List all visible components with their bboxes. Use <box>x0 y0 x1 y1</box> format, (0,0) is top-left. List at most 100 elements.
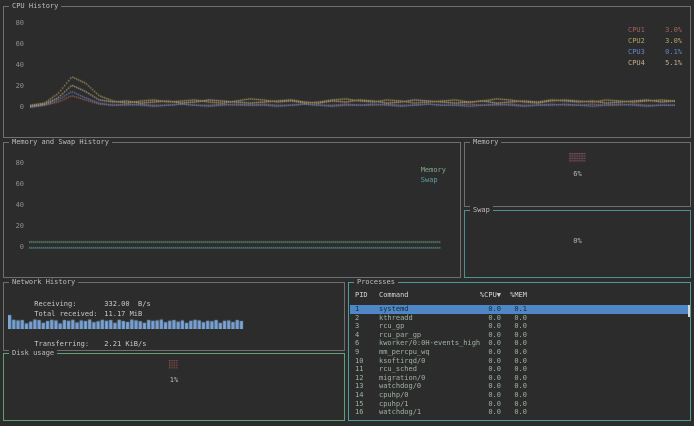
process-pid: 4 <box>355 331 379 340</box>
process-command: cpuhp/0 <box>379 391 479 400</box>
process-command: systemd <box>379 305 479 314</box>
process-mem: 0.0 <box>501 391 527 400</box>
cpu-legend-row: CPU2 3.0% <box>628 37 682 45</box>
process-row[interactable]: 16watchdog/10.00.0 <box>350 408 689 417</box>
process-mem: 0.0 <box>501 382 527 391</box>
process-cpu: 0.0 <box>479 339 501 348</box>
disk-gauge-value: 1% <box>4 376 344 384</box>
memory-gauge-panel: Memory 6% <box>464 142 691 207</box>
system-monitor: CPU History 806040200 CPU13.0%CPU23.0%CP… <box>0 0 694 426</box>
processes-panel: Processes PID Command %CPU▼ %MEM 1system… <box>348 282 691 421</box>
y-tick: 60 <box>8 180 24 188</box>
disk-usage-title: Disk usage <box>9 349 57 358</box>
memory-gauge-value: 6% <box>465 170 690 178</box>
process-pid: 3 <box>355 322 379 331</box>
process-mem: 0.0 <box>501 322 527 331</box>
process-row[interactable]: 2kthreadd0.00.0 <box>350 314 689 323</box>
process-command: ksoftirqd/0 <box>379 357 479 366</box>
process-cpu: 0.0 <box>479 365 501 374</box>
process-pid: 12 <box>355 374 379 383</box>
y-tick: 80 <box>8 19 24 27</box>
process-row[interactable]: 11rcu_sched0.00.0 <box>350 365 689 374</box>
cpu-legend-label: CPU3 <box>628 48 645 56</box>
process-row[interactable]: 9mm_percpu_wq0.00.0 <box>350 348 689 357</box>
y-tick: 80 <box>8 159 24 167</box>
process-command: rcu_gp <box>379 322 479 331</box>
y-tick: 20 <box>8 222 24 230</box>
cpu-legend-value: 3.0% <box>665 37 682 45</box>
process-pid: 11 <box>355 365 379 374</box>
swap-gauge-value: 0% <box>465 237 690 245</box>
process-mem: 0.0 <box>501 408 527 417</box>
disk-usage-panel: Disk usage 1% <box>3 353 345 421</box>
process-row[interactable]: 4rcu_par_gp0.00.0 <box>350 331 689 340</box>
process-command: cpuhp/1 <box>379 400 479 409</box>
process-row[interactable]: 12migration/00.00.0 <box>350 374 689 383</box>
legend-memory: Memory <box>421 165 446 175</box>
process-row[interactable]: 14cpuhp/00.00.0 <box>350 391 689 400</box>
process-mem: 0.1 <box>501 305 527 314</box>
process-pid: 6 <box>355 339 379 348</box>
cpu-legend-row: CPU4 5.1% <box>628 59 682 67</box>
cpu-legend-label: CPU4 <box>628 59 645 67</box>
process-command: watchdog/1 <box>379 408 479 417</box>
process-cpu: 0.0 <box>479 400 501 409</box>
cpu-legend-value: 5.1% <box>665 59 682 67</box>
process-pid: 14 <box>355 391 379 400</box>
process-cpu: 0.0 <box>479 322 501 331</box>
cpu-legend-value: 0.1% <box>665 48 682 56</box>
process-pid: 10 <box>355 357 379 366</box>
process-cpu: 0.0 <box>479 357 501 366</box>
y-tick: 60 <box>8 40 24 48</box>
process-pid: 15 <box>355 400 379 409</box>
cpu-history-panel: CPU History 806040200 CPU13.0%CPU23.0%CP… <box>3 6 691 138</box>
processes-scrollbar[interactable] <box>688 305 690 317</box>
cpu-legend-value: 3.0% <box>665 26 682 34</box>
process-row[interactable]: 1systemd0.00.1 <box>350 305 689 314</box>
process-row[interactable]: 13watchdog/00.00.0 <box>350 382 689 391</box>
process-row[interactable]: 6kworker/0:0H-events_high0.00.0 <box>350 339 689 348</box>
cpu-legend-row: CPU3 0.1% <box>628 48 682 56</box>
swap-gauge-title: Swap <box>470 206 493 215</box>
y-tick: 0 <box>8 103 24 111</box>
processes-title: Processes <box>354 278 398 287</box>
process-cpu: 0.0 <box>479 305 501 314</box>
process-mem: 0.0 <box>501 314 527 323</box>
process-cpu: 0.0 <box>479 391 501 400</box>
swap-gauge-panel: Swap 0% <box>464 210 691 278</box>
process-command: kthreadd <box>379 314 479 323</box>
cpu-history-chart <box>30 19 675 109</box>
process-mem: 0.0 <box>501 339 527 348</box>
transferring-label: Transferring: <box>34 340 104 348</box>
memory-swap-history-title: Memory and Swap History <box>9 138 112 147</box>
y-tick: 20 <box>8 82 24 90</box>
disk-gauge-dots <box>169 360 179 370</box>
process-row[interactable]: 3rcu_gp0.00.0 <box>350 322 689 331</box>
process-cpu: 0.0 <box>479 374 501 383</box>
process-rows: 1systemd0.00.12kthreadd0.00.03rcu_gp0.00… <box>350 305 689 417</box>
cpu-legend: CPU13.0% CPU2 3.0% CPU3 0.1% CPU4 5.1% <box>628 26 682 70</box>
legend-swap: Swap <box>421 175 446 185</box>
cpu-legend-row: CPU13.0% <box>628 26 682 34</box>
col-mem[interactable]: %MEM <box>501 291 527 300</box>
process-row[interactable]: 10ksoftirqd/00.00.0 <box>350 357 689 366</box>
memory-swap-history-panel: Memory and Swap History 806040200 Memory… <box>3 142 461 278</box>
process-command: watchdog/0 <box>379 382 479 391</box>
process-mem: 0.0 <box>501 374 527 383</box>
network-history-title: Network History <box>9 278 78 287</box>
network-receiving-sparkline <box>8 313 244 329</box>
cpu-legend-label: CPU2 <box>628 37 645 45</box>
y-tick: 40 <box>8 201 24 209</box>
process-cpu: 0.0 <box>479 314 501 323</box>
process-cpu: 0.0 <box>479 382 501 391</box>
process-row[interactable]: 15cpuhp/10.00.0 <box>350 400 689 409</box>
process-command: mm_percpu_wq <box>379 348 479 357</box>
process-pid: 1 <box>355 305 379 314</box>
cpu-history-title: CPU History <box>9 2 61 11</box>
process-cpu: 0.0 <box>479 408 501 417</box>
process-pid: 16 <box>355 408 379 417</box>
processes-header: PID Command %CPU▼ %MEM <box>350 291 689 300</box>
network-history-panel: Network History Receiving:332.00 B/s Tot… <box>3 282 345 351</box>
process-command: rcu_sched <box>379 365 479 374</box>
col-cpu-sort[interactable]: %CPU▼ <box>479 291 501 300</box>
